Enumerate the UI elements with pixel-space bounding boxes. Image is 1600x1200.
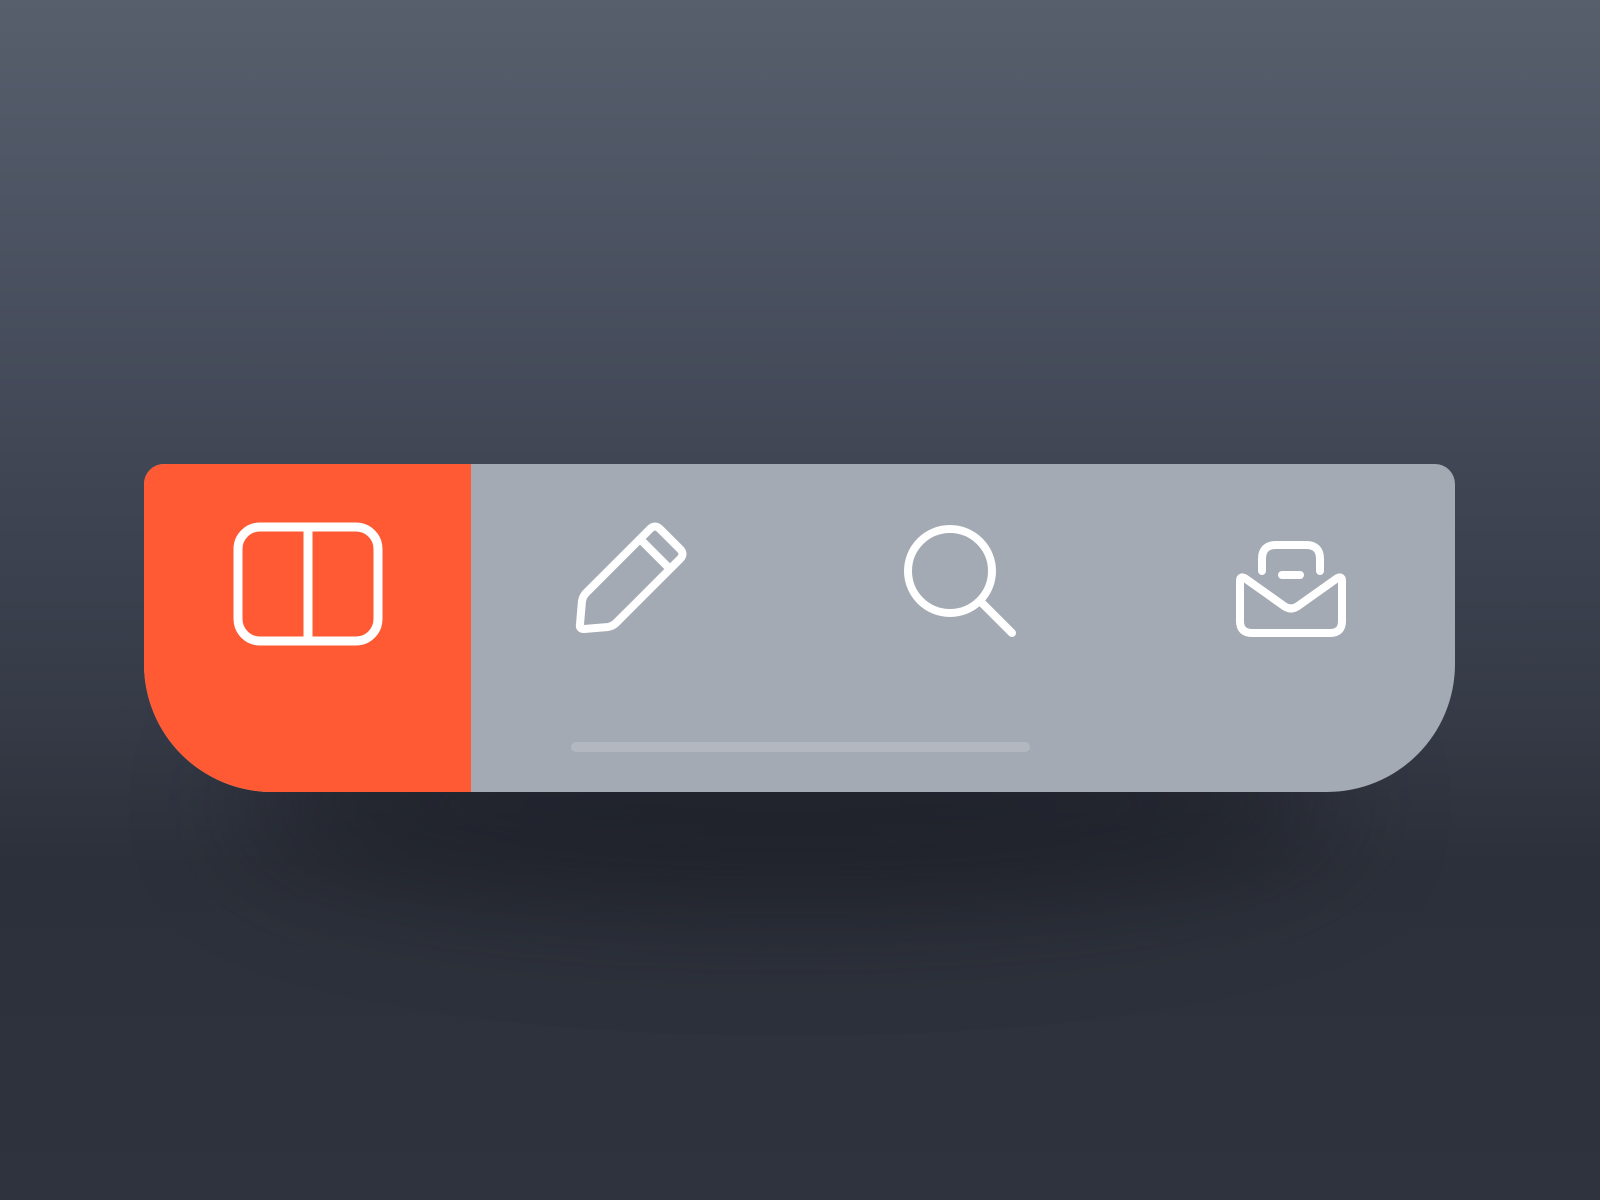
search-icon [904,525,1016,637]
tab-split-view[interactable] [144,464,471,792]
inbox-icon [1236,541,1346,637]
scroll-indicator [571,742,1030,752]
tab-inbox[interactable] [1127,464,1455,792]
pencil-icon [575,522,687,633]
split-view-icon [233,522,382,646]
tab-bar [144,464,1455,792]
